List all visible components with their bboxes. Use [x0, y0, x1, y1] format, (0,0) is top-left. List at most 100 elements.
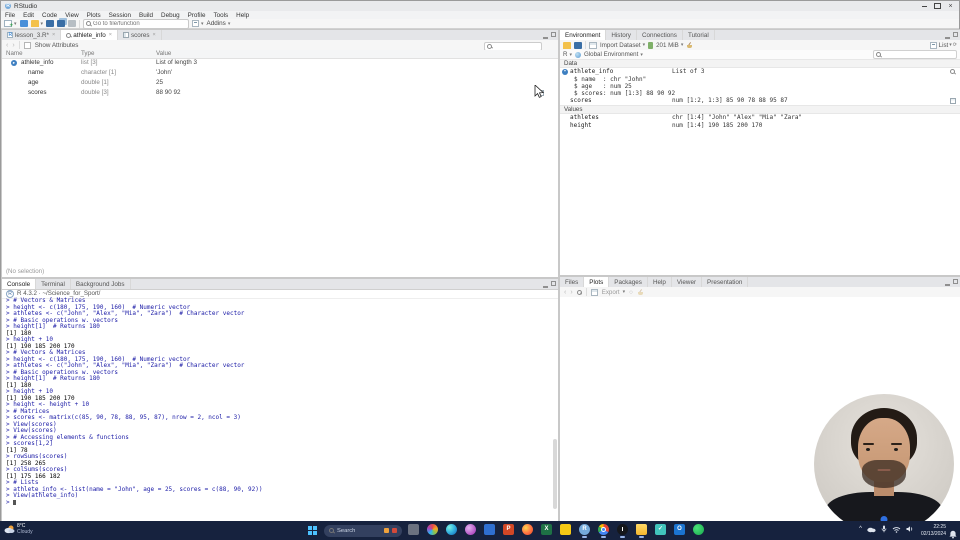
maximize-button[interactable] [931, 1, 944, 11]
addins-dropdown-icon[interactable]: ▾ [228, 21, 231, 27]
inspect-icon[interactable] [950, 69, 956, 75]
close-button[interactable]: × [944, 1, 957, 11]
previous-plot-icon[interactable]: ‹ [564, 289, 566, 296]
taskbar-clock[interactable]: 22:25 02/13/2024 [921, 524, 946, 537]
import-dataset-label[interactable]: Import Dataset [600, 42, 641, 49]
console-scrollbar[interactable] [553, 439, 557, 509]
microphone-icon[interactable] [881, 525, 887, 533]
column-header-type[interactable]: Type [81, 50, 94, 58]
menu-plots[interactable]: Plots [83, 12, 105, 19]
start-button[interactable] [308, 526, 317, 535]
maximize-pane-icon[interactable] [953, 32, 958, 37]
environment-object-row[interactable]: height num [1:4] 190 185 200 170 [560, 122, 960, 130]
console-output[interactable]: > # Vectors & Matrices > height <- c(180,… [6, 297, 550, 506]
minimize-pane-icon[interactable] [945, 32, 950, 39]
tab-help[interactable]: Help [648, 277, 672, 287]
taskbar-app-outlook-icon[interactable]: O [674, 524, 685, 535]
panes-dropdown-icon[interactable]: ▾ [201, 21, 204, 27]
taskbar-app-file-explorer-icon[interactable] [636, 524, 647, 538]
engine-label[interactable]: R [563, 51, 567, 58]
goto-file-function-box[interactable] [83, 18, 190, 29]
close-tab-icon[interactable]: × [52, 32, 55, 38]
taskbar-app-task-view-icon[interactable] [408, 524, 419, 535]
new-file-dropdown-icon[interactable]: ▾ [14, 21, 17, 27]
tab-files[interactable]: Files [560, 277, 585, 287]
refresh-icon[interactable]: ⟳ [953, 42, 957, 48]
export-plot-icon[interactable] [590, 288, 598, 296]
forward-arrow-icon[interactable]: › [12, 42, 14, 49]
environment-object-row[interactable]: ▾ athlete_info List of 3 [560, 68, 960, 76]
taskbar-app-chrome-icon[interactable] [598, 524, 609, 538]
tab-plots[interactable]: Plots [584, 277, 610, 287]
taskbar-app-mail-icon[interactable] [484, 524, 495, 535]
expand-icon[interactable]: ▸ [11, 60, 17, 66]
memory-usage-label[interactable]: 201 MiB [656, 42, 679, 49]
view-dropdown-icon[interactable]: ▾ [949, 42, 952, 48]
minimize-button[interactable] [918, 1, 931, 11]
tab-lesson-3-r-[interactable]: lesson_3.R*× [2, 30, 62, 40]
minimize-pane-icon[interactable] [945, 279, 950, 286]
menu-session[interactable]: Session [105, 12, 135, 19]
next-plot-icon[interactable]: › [570, 289, 572, 296]
panes-layout-icon[interactable] [192, 20, 200, 27]
show-attributes-checkbox[interactable] [23, 41, 31, 49]
tab-console[interactable]: Console [2, 279, 37, 289]
wifi-icon[interactable] [892, 526, 901, 533]
tab-history[interactable]: History [606, 30, 637, 40]
menu-build[interactable]: Build [135, 12, 157, 19]
environment-object-row[interactable]: scores num [1:2, 1:3] 85 90 78 88 95 87 [560, 97, 960, 105]
import-dataset-icon[interactable] [589, 41, 597, 49]
taskbar-app-todo-icon[interactable]: ✓ [655, 524, 666, 535]
list-view-label[interactable]: List [939, 42, 949, 49]
clear-objects-broom-icon[interactable] [686, 42, 693, 49]
tab-tutorial[interactable]: Tutorial [683, 30, 715, 40]
menu-profile[interactable]: Profile [184, 12, 210, 19]
tab-connections[interactable]: Connections [637, 30, 683, 40]
notifications-bell-icon[interactable] [949, 526, 957, 540]
show-attributes-label[interactable]: Show Attributes [35, 42, 79, 49]
save-workspace-icon[interactable] [574, 41, 582, 49]
import-dropdown-icon[interactable]: ▾ [643, 42, 646, 48]
zoom-plot-icon[interactable] [576, 289, 582, 295]
column-header-name[interactable]: Name [6, 50, 23, 58]
save-icon[interactable] [46, 20, 55, 27]
tab-packages[interactable]: Packages [609, 277, 648, 287]
global-environment-label[interactable]: Global Environment [584, 51, 638, 58]
volume-icon[interactable] [906, 525, 914, 533]
tab-background-jobs[interactable]: Background Jobs [71, 279, 131, 289]
minimize-pane-icon[interactable] [543, 281, 548, 288]
memory-dropdown-icon[interactable]: ▾ [681, 42, 684, 48]
taskbar-search-box[interactable]: Search [324, 524, 402, 537]
scope-dropdown-icon[interactable]: ▾ [640, 52, 643, 58]
print-icon[interactable] [68, 20, 77, 27]
taskbar-app-powerpoint-icon[interactable]: P [503, 524, 514, 535]
open-in-grid-icon[interactable] [950, 98, 956, 104]
menu-tools[interactable]: Tools [209, 12, 232, 19]
new-project-icon[interactable] [19, 20, 28, 27]
maximize-pane-icon[interactable] [551, 32, 556, 37]
menu-file[interactable]: File [1, 12, 19, 19]
environment-object-row[interactable]: athletes chr [1:4] "John" "Alex" "Mia" "Z… [560, 114, 960, 122]
tab-presentation[interactable]: Presentation [702, 277, 749, 287]
r-version-text[interactable]: R 4.3.2 · ~/Science_for_Sport/ [17, 290, 100, 297]
tab-athlete-info[interactable]: athlete_info × [61, 30, 118, 40]
tray-chevron-icon[interactable]: ^ [859, 526, 862, 532]
table-row[interactable]: ▸ athlete_info list [3] List of length 3 [2, 58, 558, 68]
environment-search-box[interactable] [873, 50, 957, 59]
engine-dropdown-icon[interactable]: ▾ [569, 52, 572, 58]
table-row[interactable]: age double [1] 25 [2, 78, 558, 88]
tab-viewer[interactable]: Viewer [672, 277, 703, 287]
taskbar-app-photos-icon[interactable] [427, 524, 438, 535]
close-tab-icon[interactable]: × [109, 32, 112, 38]
tab-environment[interactable]: Environment [560, 30, 607, 40]
weather-widget[interactable]: 8°C Cloudy [4, 523, 33, 535]
export-label[interactable]: Export [602, 289, 620, 296]
remove-plot-icon[interactable]: ○ [629, 289, 633, 296]
minimize-pane-icon[interactable] [543, 32, 548, 39]
taskbar-app-sticky-notes-icon[interactable] [560, 524, 571, 535]
taskbar-app-rstudio-app-icon[interactable]: R [579, 524, 590, 538]
table-row[interactable]: name character [1] 'John' [2, 68, 558, 78]
taskbar-app-firefox-icon[interactable] [522, 524, 533, 535]
taskbar-app-edge-browser-icon[interactable] [446, 524, 457, 535]
tab-terminal[interactable]: Terminal [36, 279, 71, 289]
